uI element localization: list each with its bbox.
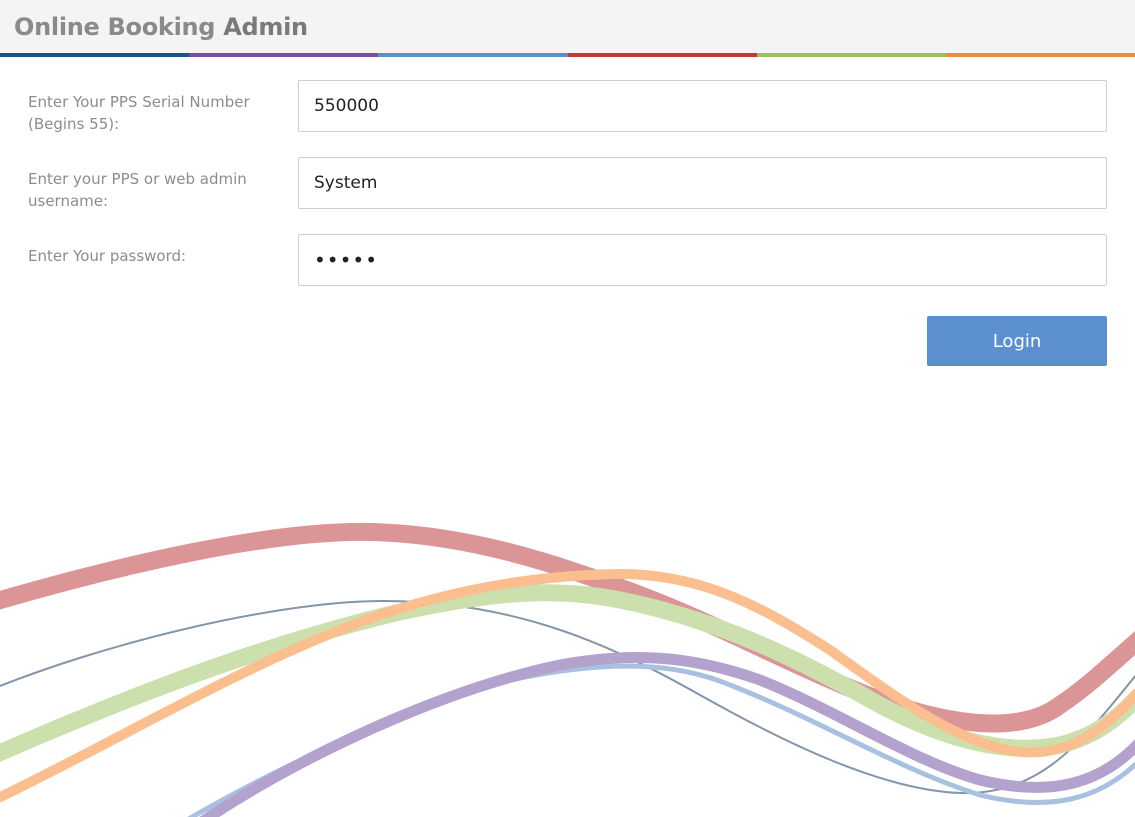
wave-slate xyxy=(0,599,1135,795)
wave-red xyxy=(0,522,1135,733)
login-page: Online Booking Admin Enter Your PPS Seri… xyxy=(0,0,1135,817)
decorative-waves xyxy=(0,522,1135,817)
